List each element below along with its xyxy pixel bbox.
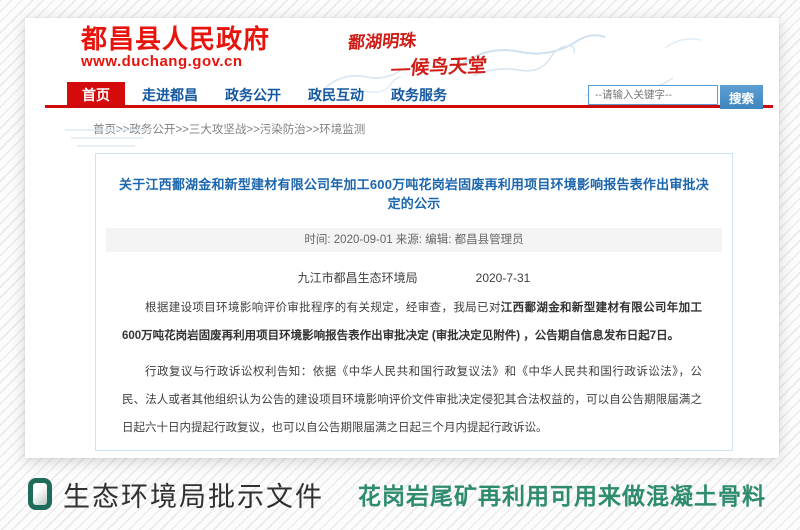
nav-item-public-interaction[interactable]: 政民互动 [308,82,364,105]
caption-note: 花岗岩尾矿再利用可用来做混凝土骨料 [358,477,766,511]
site-url: www.duchang.gov.cn [81,54,270,71]
slogan-line-1: 鄱湖明珠 [347,24,491,54]
nav-item-home[interactable]: 首页 [67,82,125,105]
site-search: 搜索 [588,85,763,109]
search-input[interactable] [588,85,718,105]
agency-name: 九江市都昌生态环境局 [298,271,418,285]
contact-phone-line: 联系电话: 0792-2322620 (郭工) [122,446,702,451]
document-date: 2020-7-31 [476,271,531,285]
website-screenshot-card: 都昌县人民政府 www.duchang.gov.cn 鄱湖明珠 —候鸟天堂 首页… [25,18,779,458]
article-paragraph-1: 根据建设项目环境影响评价审批程序的有关规定，经审查，我局已对江西鄱湖金和新型建材… [122,294,702,350]
article-paragraph-2: 行政复议与行政诉讼权利告知：依据《中华人民共和国行政复议法》和《中华人民共和国行… [122,358,702,442]
paragraph-1-normal-text: 根据建设项目环境影响评价审批程序的有关规定，经审查，我局已对 [145,302,501,314]
nav-item-about-duchang[interactable]: 走进都昌 [142,82,198,105]
main-nav: 首页 走进都昌 政务公开 政民互动 政务服务 搜索 [45,82,773,108]
breadcrumb[interactable]: 首页>>政务公开>>三大攻坚战>>污染防治>>环境监测 [93,121,779,137]
site-slogan: 鄱湖明珠 —候鸟天堂 [344,24,491,83]
page-background: 都昌县人民政府 www.duchang.gov.cn 鄱湖明珠 —候鸟天堂 首页… [0,0,800,530]
agency-line: 九江市都昌生态环境局 2020-7-31 [96,269,732,286]
site-header: 都昌县人民政府 www.duchang.gov.cn 鄱湖明珠 —候鸟天堂 [25,18,779,82]
caption-title: 生态环境局批示文件 [63,475,324,514]
bottom-caption: 生态环境局批示文件 花岗岩尾矿再利用可用来做混凝土骨料 [28,471,766,517]
article-meta-bar: 时间: 2020-09-01 来源: 编辑: 都昌县管理员 [106,228,722,252]
nav-item-gov-services[interactable]: 政务服务 [391,82,447,105]
nav-item-gov-disclosure[interactable]: 政务公开 [225,82,281,105]
article-box: 关于江西鄱湖金和新型建材有限公司年加工600万吨花岗岩固废再利用项目环境影响报告… [95,153,733,451]
site-name: 都昌县人民政府 [81,25,270,54]
site-logo[interactable]: 都昌县人民政府 www.duchang.gov.cn [81,25,270,70]
article-title: 关于江西鄱湖金和新型建材有限公司年加工600万吨花岗岩固废再利用项目环境影响报告… [118,174,710,212]
document-frame-icon [28,478,52,510]
search-button[interactable]: 搜索 [720,85,763,109]
slogan-line-2: —候鸟天堂 [390,51,488,81]
